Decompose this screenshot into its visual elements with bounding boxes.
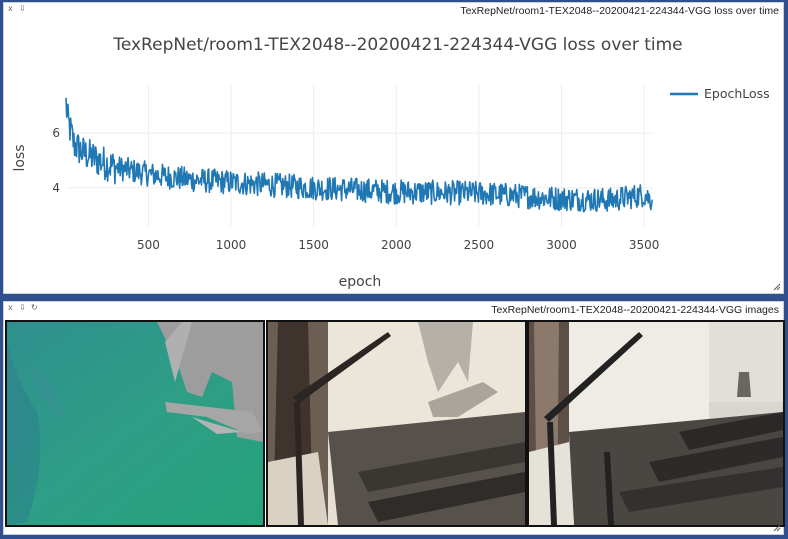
download-icon[interactable]: ⇩ — [19, 303, 26, 313]
x-tick-label: 3000 — [546, 238, 577, 252]
x-axis-label: epoch — [339, 274, 382, 290]
ground-truth-image — [527, 320, 785, 527]
chart-title: TexRepNet/room1-TEX2048--20200421-224344… — [112, 35, 682, 55]
loss-chart[interactable]: TexRepNet/room1-TEX2048--20200421-224344… — [4, 18, 783, 294]
legend[interactable]: EpochLoss — [670, 86, 770, 101]
images-window-titlebar[interactable]: x ⇩ ↻ TexRepNet/room1-TEX2048--20200421-… — [4, 302, 783, 317]
images-window: x ⇩ ↻ TexRepNet/room1-TEX2048--20200421-… — [3, 301, 785, 535]
loss-plot-window: x ⇩ TexRepNet/room1-TEX2048--20200421-22… — [3, 2, 784, 294]
x-tick-label: 2500 — [464, 238, 495, 252]
resize-handle-icon[interactable] — [772, 523, 781, 532]
x-tick-label: 2000 — [381, 238, 412, 252]
x-tick-label: 500 — [137, 238, 160, 252]
reload-icon[interactable]: ↻ — [31, 303, 38, 313]
plot-window-titlebar[interactable]: x ⇩ TexRepNet/room1-TEX2048--20200421-22… — [4, 3, 783, 18]
y-tick-label: 6 — [52, 126, 60, 140]
close-icon[interactable]: x — [8, 303, 13, 313]
y-axis-label: loss — [12, 144, 28, 171]
uv-render-image — [5, 320, 265, 527]
y-tick-label: 4 — [52, 181, 60, 195]
images-window-title: TexRepNet/room1-TEX2048--20200421-224344… — [491, 304, 779, 316]
plot-window-title: TexRepNet/room1-TEX2048--20200421-224344… — [460, 5, 779, 17]
legend-label-epochloss: EpochLoss — [704, 86, 770, 101]
neural-render-image — [266, 320, 527, 527]
download-icon[interactable]: ⇩ — [19, 4, 26, 14]
resize-handle-icon[interactable] — [772, 282, 781, 291]
close-icon[interactable]: x — [8, 4, 13, 14]
x-tick-label: 1500 — [298, 238, 329, 252]
x-tick-label: 1000 — [216, 238, 247, 252]
x-tick-label: 3500 — [629, 238, 660, 252]
series-line-epochloss — [65, 97, 653, 213]
